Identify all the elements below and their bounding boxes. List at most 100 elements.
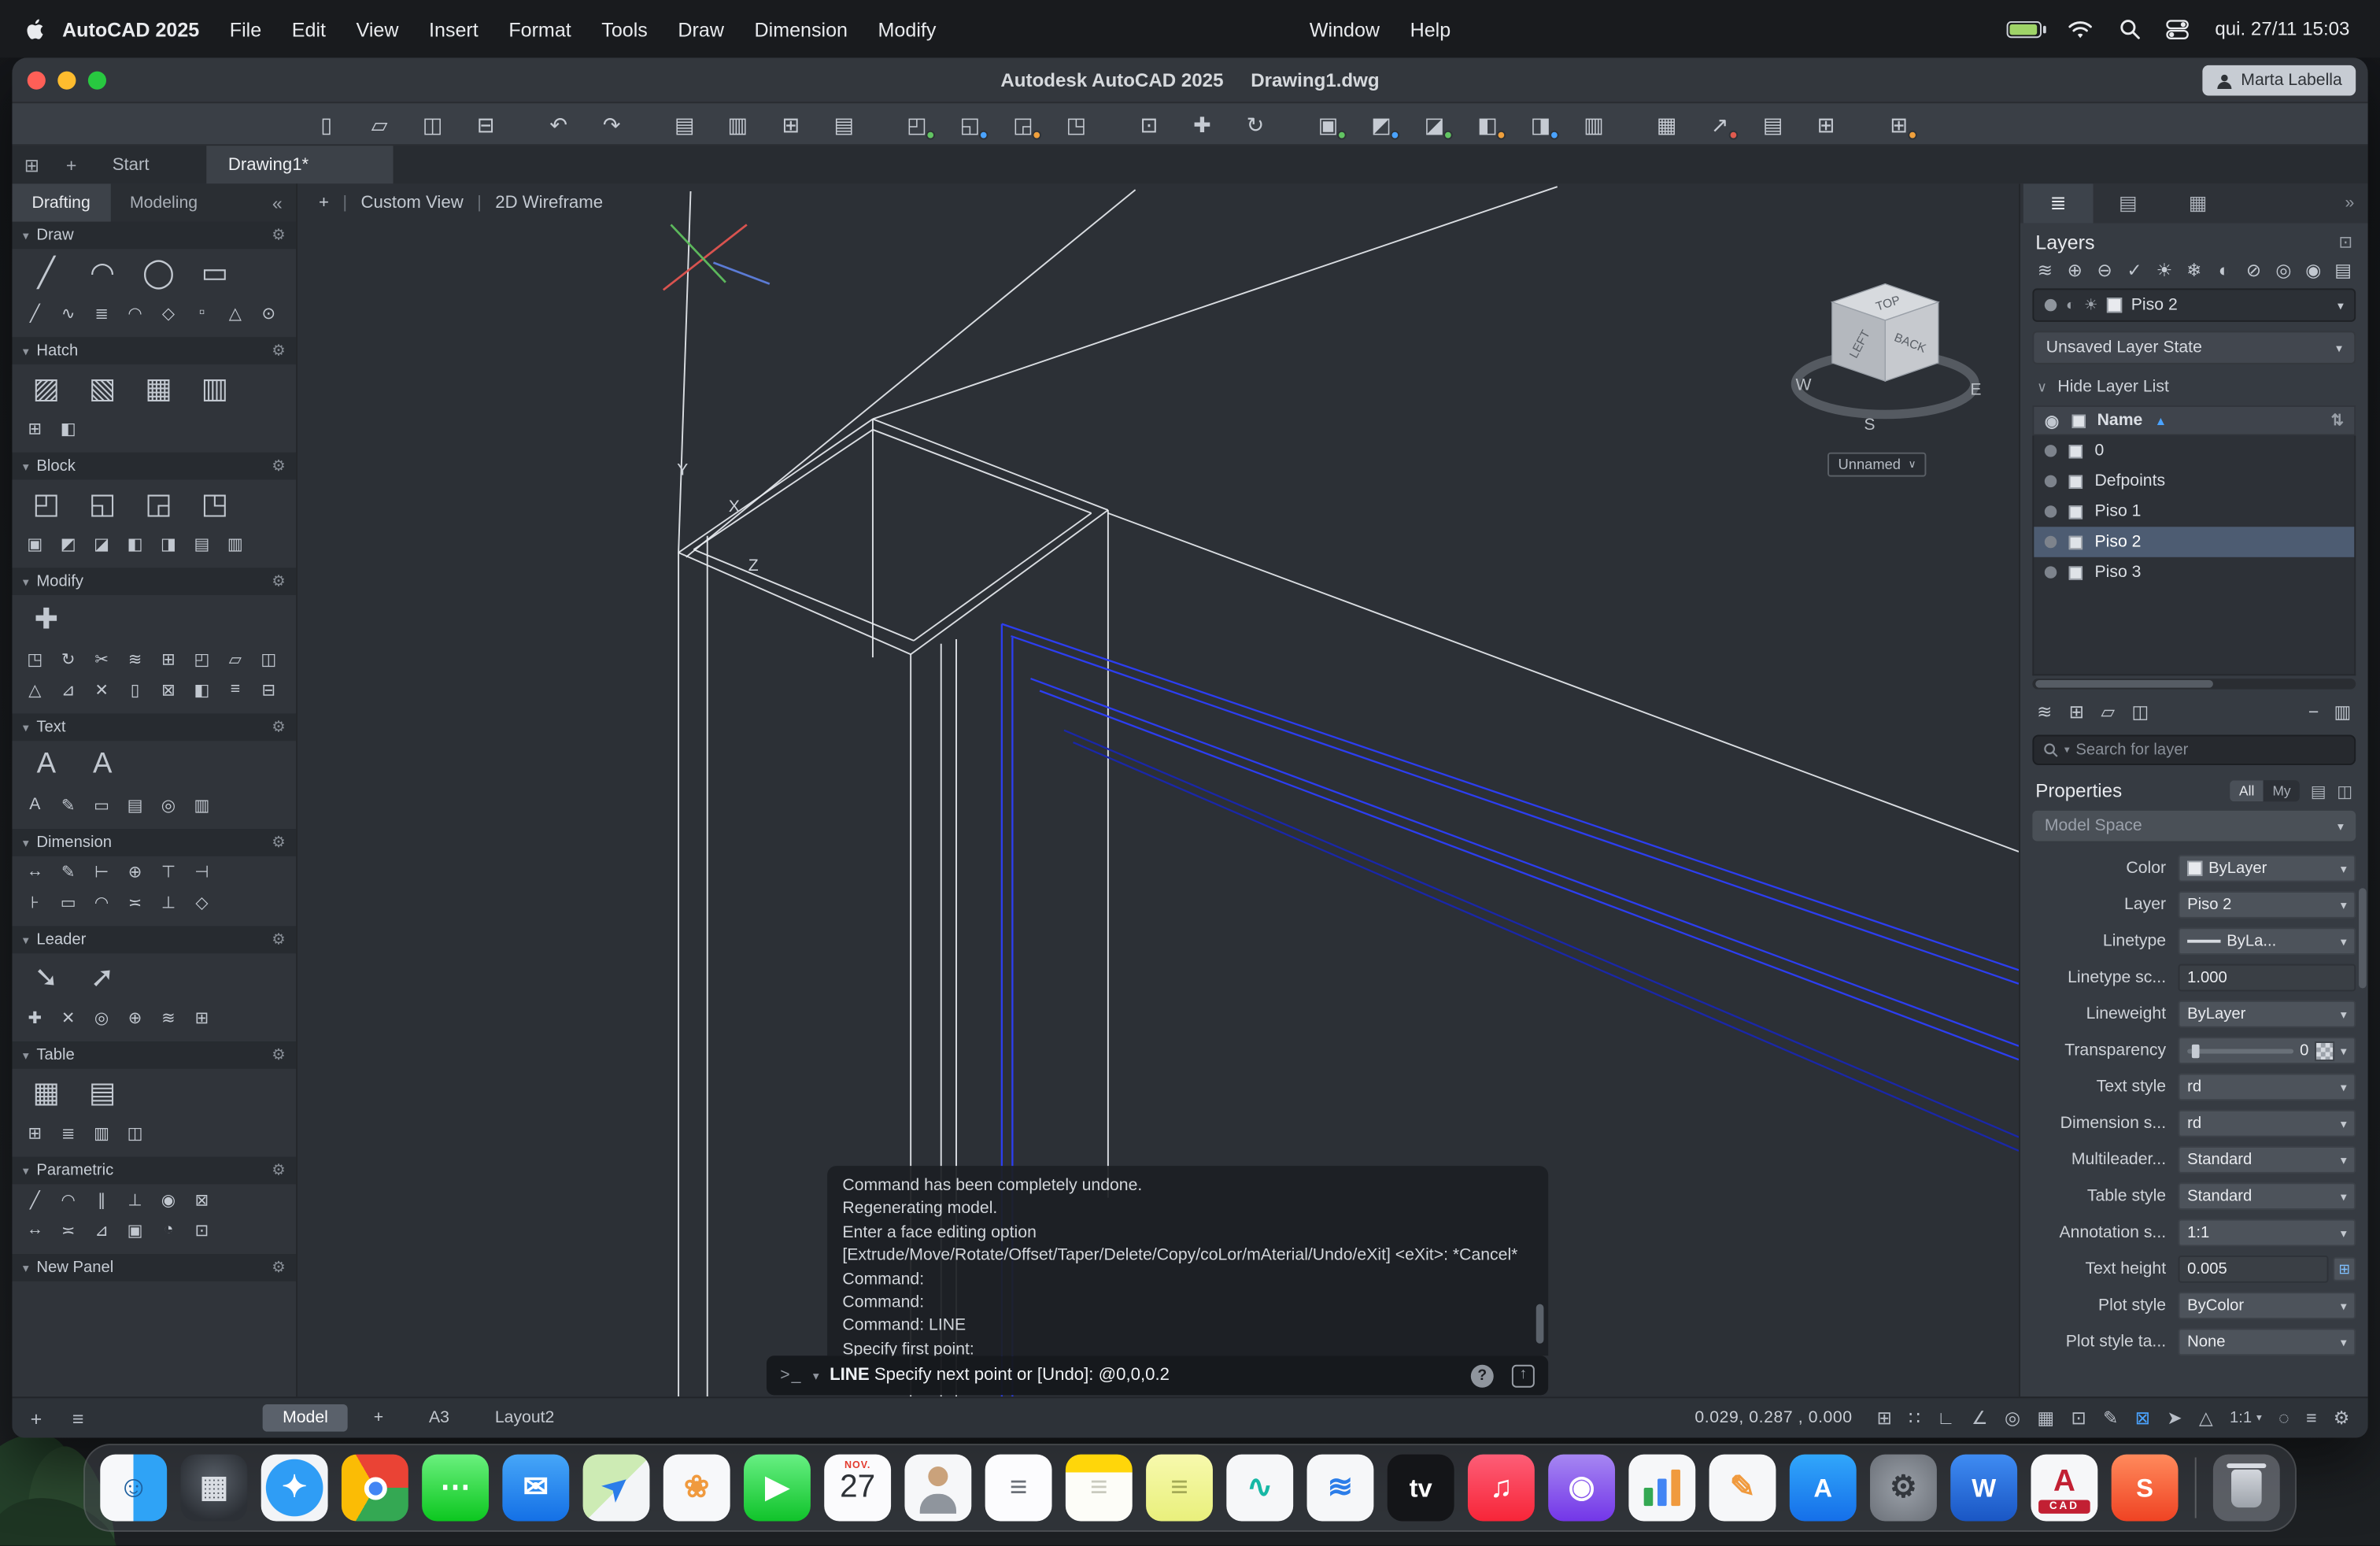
current-layer-row[interactable]: ◐ ☀ Piso 2 ▾ xyxy=(2032,288,2356,321)
customization-menu-toggle[interactable]: ≡ xyxy=(2306,1407,2317,1429)
tool-icon[interactable]: ≍ xyxy=(123,890,147,914)
tool-icon[interactable]: ◪ xyxy=(90,531,114,556)
tool-icon[interactable]: ➚ xyxy=(79,956,126,999)
tool-icon[interactable]: ◇ xyxy=(190,890,214,914)
minimize-window-button[interactable] xyxy=(57,72,76,90)
property-value-linetype[interactable]: ByLa...▾ xyxy=(2179,927,2356,955)
tool-icon[interactable]: ∿ xyxy=(56,301,80,325)
snap-settings-toggle[interactable]: ▦ xyxy=(2037,1407,2054,1429)
annotation-scale-dropdown[interactable]: 1:1▾ xyxy=(2230,1409,2262,1427)
columns-icon[interactable]: ▥ xyxy=(2334,701,2352,723)
tool-icon[interactable]: ⊣ xyxy=(190,860,214,884)
property-value-transparency[interactable]: 0▾ xyxy=(2179,1037,2356,1064)
command-share-button[interactable]: ↑ xyxy=(1512,1364,1535,1387)
tool-icon[interactable]: ╱ xyxy=(23,1187,47,1211)
sort-ascending-icon[interactable]: ▲ xyxy=(2155,414,2167,427)
gear-icon[interactable]: ⚙ xyxy=(272,1047,285,1063)
zoom-window-button[interactable]: ⊡ xyxy=(1134,109,1165,139)
transparency-slider[interactable] xyxy=(2187,1049,2293,1053)
hide-layer-list-toggle[interactable]: ∨ Hide Layer List xyxy=(2020,364,2368,405)
lock-icon[interactable]: ◐ xyxy=(2066,297,2075,313)
viewport-control-[interactable]: + xyxy=(319,194,329,213)
dock-item-settings[interactable]: ⚙ xyxy=(1870,1455,1937,1522)
tab-drawing1[interactable]: Drawing1* xyxy=(207,146,394,183)
layer-list-header[interactable]: ◉ Name ▲ ⇅ xyxy=(2032,405,2356,436)
gear-icon[interactable]: ⚙ xyxy=(272,573,285,590)
plot-button[interactable]: ▤ xyxy=(670,109,700,139)
layer-row-piso-3[interactable]: Piso 3 xyxy=(2034,557,2354,588)
properties-scrollbar[interactable] xyxy=(2359,888,2367,1385)
gear-icon[interactable]: ⚙ xyxy=(272,457,285,474)
layout-tab-model[interactable]: Model xyxy=(263,1404,348,1432)
viewport-control-2d-wireframe[interactable]: 2D Wireframe xyxy=(495,194,603,213)
tab-drafting[interactable]: Drafting xyxy=(12,183,109,221)
layout-tab-a3[interactable]: A3 xyxy=(409,1404,469,1432)
chevron-down-icon[interactable]: ▾ xyxy=(2064,744,2070,756)
tool-icon[interactable]: ▭ xyxy=(90,793,114,817)
panel-header-draw[interactable]: ▾Draw⚙ xyxy=(12,222,296,250)
layer-row-defpoints[interactable]: Defpoints xyxy=(2034,466,2354,497)
tab-modeling[interactable]: Modeling xyxy=(110,183,217,221)
tool-icon[interactable]: ◠ xyxy=(90,890,114,914)
tool-icon[interactable]: ⊕ xyxy=(123,1005,147,1030)
menu-file[interactable]: File xyxy=(215,17,277,40)
layer-status-icon[interactable] xyxy=(2045,505,2057,517)
layer-list-hscrollbar[interactable] xyxy=(2032,679,2356,690)
sort-toggle-icon[interactable]: ⇅ xyxy=(2331,412,2344,429)
new-file-button[interactable]: ▯ xyxy=(311,109,342,139)
property-value-text-style[interactable]: rd▾ xyxy=(2179,1074,2356,1101)
dock-item-pages[interactable]: ✎ xyxy=(1709,1455,1776,1522)
annotation-visibility-toggle[interactable]: ➤ xyxy=(2167,1407,2182,1429)
dock-item-podcasts[interactable]: ◉ xyxy=(1548,1455,1615,1522)
layer-color-swatch[interactable] xyxy=(2107,298,2122,313)
tool-icon[interactable]: ⊞ xyxy=(23,416,47,440)
menu-view[interactable]: View xyxy=(341,17,413,40)
name-column-header[interactable]: Name xyxy=(2097,412,2143,430)
layer-unisolate-icon[interactable]: ◉ xyxy=(2299,260,2327,281)
layout-tab-layout2[interactable]: Layout2 xyxy=(475,1404,575,1432)
wifi-icon[interactable] xyxy=(2068,19,2094,39)
tool-icon[interactable]: ⊿ xyxy=(56,677,80,701)
dock-item-apple-tv[interactable]: tv xyxy=(1388,1455,1454,1522)
property-value-text-height[interactable]: 0.005 xyxy=(2179,1256,2329,1283)
tool-icon[interactable]: ╱ xyxy=(23,301,47,325)
close-window-button[interactable] xyxy=(28,72,46,90)
tool-icon[interactable]: ⊢ xyxy=(90,860,114,884)
tool-icon[interactable]: ≣ xyxy=(56,1120,80,1145)
dock-item-s-app[interactable]: S xyxy=(2112,1455,2179,1522)
tool-icon[interactable]: ⊤ xyxy=(157,860,181,884)
visibility-column-icon[interactable]: ◉ xyxy=(2045,411,2060,431)
tool-icon[interactable]: ✎ xyxy=(56,793,80,817)
layer-color-swatch[interactable] xyxy=(2069,535,2082,549)
share-button[interactable]: ↗ xyxy=(1705,109,1735,139)
layer-states-tab[interactable]: ▤ xyxy=(2094,183,2164,223)
tool-icon[interactable]: ≣ xyxy=(90,301,114,325)
tool-icon[interactable]: ✚ xyxy=(23,598,70,641)
tool-icon[interactable]: ≍ xyxy=(56,1218,80,1242)
dynamic-input-toggle[interactable]: ⊡ xyxy=(2071,1407,2086,1429)
panel-header-table[interactable]: ▾Table⚙ xyxy=(12,1041,296,1069)
filter-my-button[interactable]: My xyxy=(2264,780,2300,801)
tool-icon[interactable]: ▤ xyxy=(190,531,214,556)
dock-item-mail[interactable]: ✉ xyxy=(502,1455,569,1522)
sheet-set-tab[interactable]: ▦ xyxy=(2163,183,2233,223)
tool-icon[interactable]: ◠ xyxy=(79,252,126,294)
open-file-button[interactable]: ▱ xyxy=(364,109,395,139)
block-editor-button[interactable]: ◳ xyxy=(1061,109,1092,139)
gear-icon[interactable]: ⚙ xyxy=(272,719,285,735)
paste-button[interactable]: ◩ xyxy=(1366,109,1397,139)
command-help-button[interactable]: ? xyxy=(1471,1364,1494,1387)
dock-item-calendar[interactable]: NOV.27 xyxy=(824,1455,891,1522)
tool-icon[interactable]: A xyxy=(79,744,126,786)
lineweight-display-toggle[interactable]: ✎ xyxy=(2103,1407,2118,1429)
dock-item-chrome[interactable] xyxy=(342,1455,408,1522)
menu-modify[interactable]: Modify xyxy=(863,17,951,40)
property-value-lineweight[interactable]: ByLayer▾ xyxy=(2179,1000,2356,1028)
sheet-set-button[interactable]: ▦ xyxy=(1651,109,1682,139)
layer-status-icon[interactable] xyxy=(2045,536,2057,548)
tool-icon[interactable]: ▱ xyxy=(224,647,248,671)
dock-item-finder[interactable]: ☺ xyxy=(100,1455,167,1522)
layer-status-icon[interactable] xyxy=(2045,475,2057,487)
panel-header-modify[interactable]: ▾Modify⚙ xyxy=(12,568,296,595)
tool-icon[interactable]: ⊡ xyxy=(190,1218,214,1242)
